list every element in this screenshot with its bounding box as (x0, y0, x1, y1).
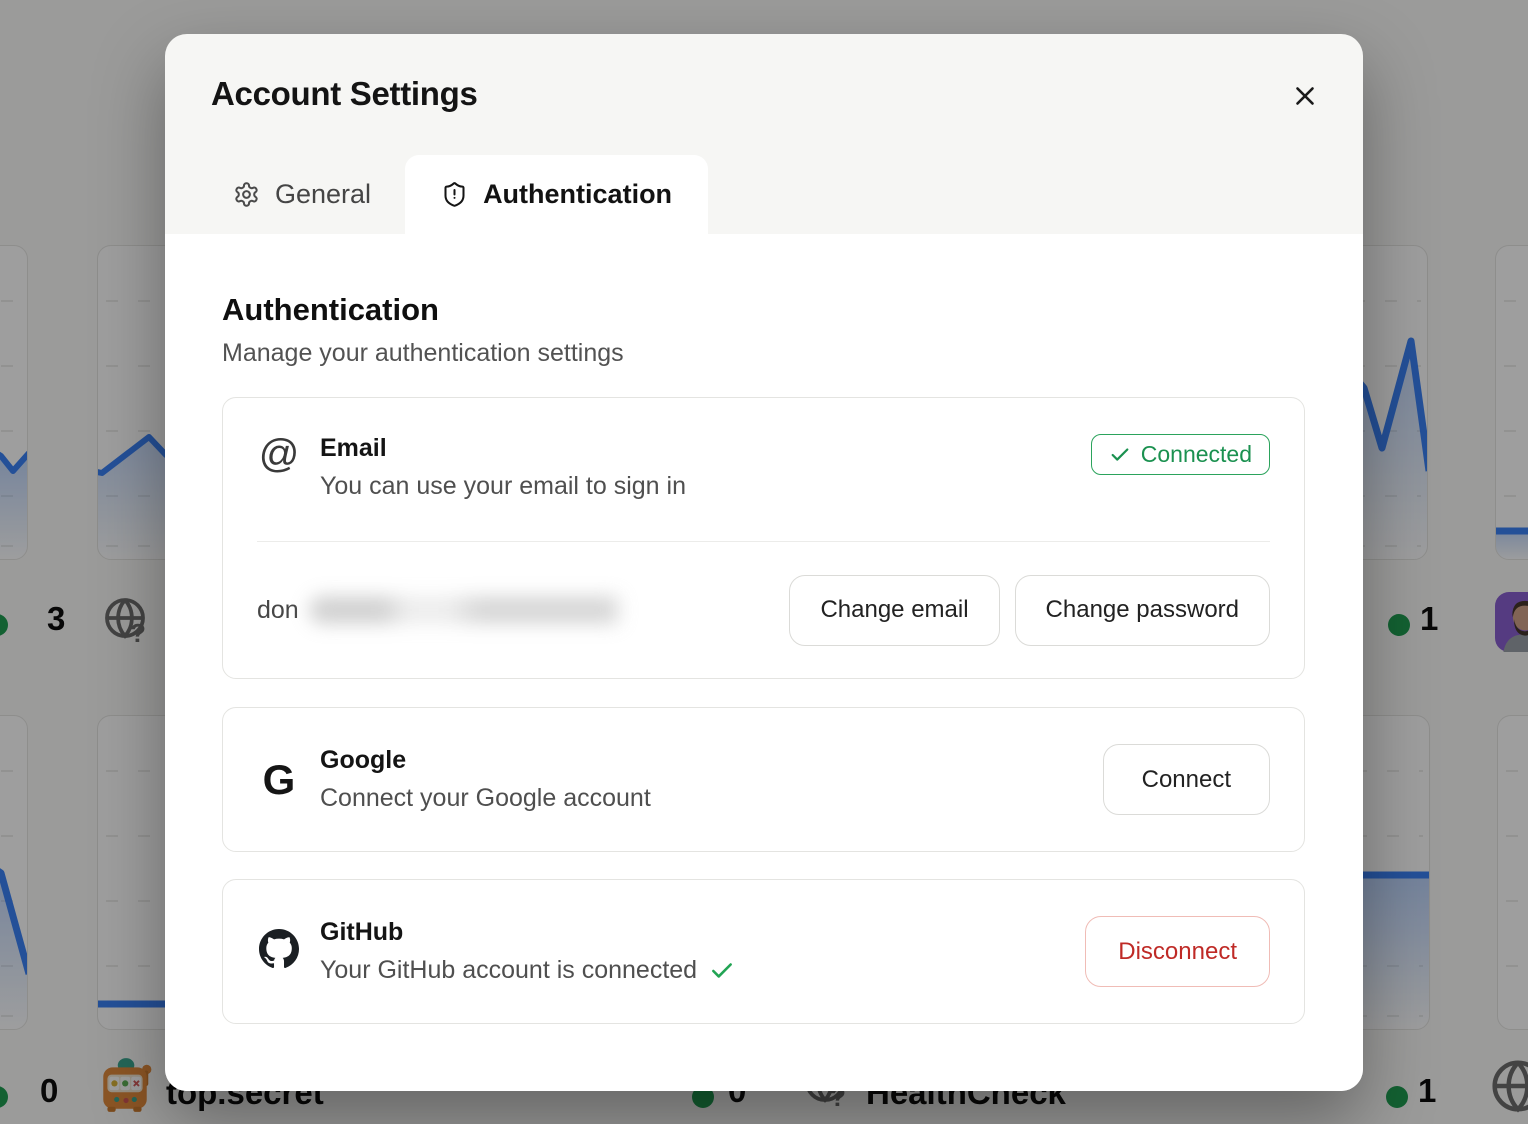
provider-description: Connect your Google account (320, 784, 651, 813)
tab-general-label: General (275, 179, 371, 210)
email-provider-text: Email You can use your email to sign in (320, 434, 686, 501)
provider-description: Your GitHub account is connected (320, 956, 735, 985)
change-email-button[interactable]: Change email (789, 575, 999, 646)
github-provider-card: GitHub Your GitHub account is connected … (222, 879, 1305, 1024)
email-address-redacted (309, 596, 639, 624)
disconnect-github-button[interactable]: Disconnect (1085, 916, 1270, 987)
check-icon (1109, 444, 1131, 466)
github-provider-text: GitHub Your GitHub account is connected (320, 918, 735, 985)
account-settings-modal: Account Settings General Auth (165, 34, 1363, 1091)
google-provider-text: Google Connect your Google account (320, 746, 651, 813)
email-actions: Change email Change password (789, 575, 1270, 646)
tab-general[interactable]: General (211, 155, 393, 234)
connected-badge-label: Connected (1141, 441, 1252, 468)
modal-title: Account Settings (211, 75, 1315, 113)
github-connected-text: Your GitHub account is connected (320, 956, 697, 985)
shield-icon (441, 181, 468, 208)
google-provider-card: G Google Connect your Google account Con… (222, 707, 1305, 852)
close-button[interactable] (1283, 74, 1327, 118)
provider-name: GitHub (320, 918, 735, 947)
provider-name: Email (320, 434, 686, 463)
provider-description: You can use your email to sign in (320, 472, 686, 501)
authentication-panel: Authentication Manage your authenticatio… (165, 234, 1363, 1091)
email-address: don (257, 596, 639, 625)
email-provider-card: @ Email You can use your email to sign i… (222, 397, 1305, 679)
close-icon (1290, 81, 1320, 111)
check-icon (709, 958, 735, 984)
tab-authentication[interactable]: Authentication (405, 155, 708, 234)
screen: 3 ? 1 0 (0, 0, 1528, 1124)
email-provider-header: @ Email You can use your email to sign i… (223, 398, 1304, 501)
modal-header: Account Settings (165, 34, 1363, 113)
email-address-visible: don (257, 596, 299, 625)
connect-google-button[interactable]: Connect (1103, 744, 1270, 815)
tab-authentication-label: Authentication (483, 179, 672, 210)
google-icon: G (257, 759, 301, 801)
section-subheading: Manage your authentication settings (222, 339, 1305, 368)
change-password-button[interactable]: Change password (1015, 575, 1270, 646)
provider-name: Google (320, 746, 651, 775)
at-sign-icon: @ (257, 434, 301, 474)
github-icon (257, 929, 301, 974)
connected-badge: Connected (1091, 434, 1270, 475)
settings-tabs: General Authentication (165, 155, 1363, 234)
section-heading: Authentication (222, 292, 1305, 328)
gear-icon (233, 181, 260, 208)
email-row: don Change email Change password (223, 542, 1304, 678)
